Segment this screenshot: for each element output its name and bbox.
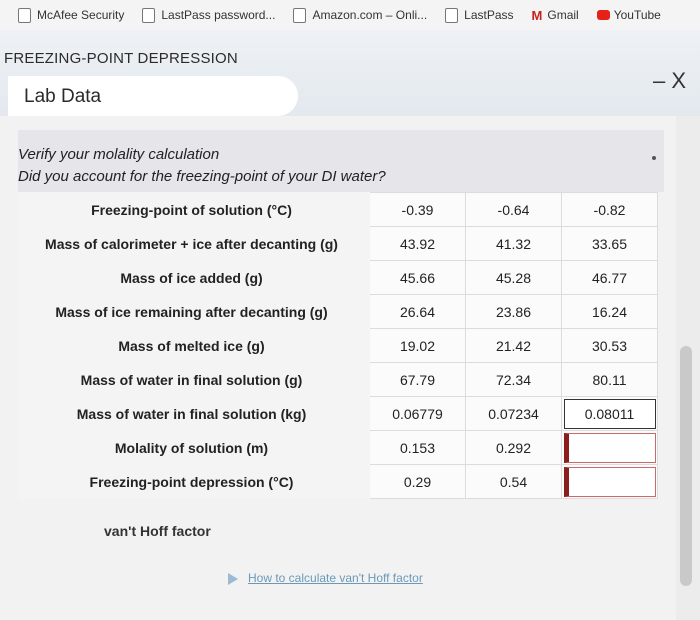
value-cell: 16.24 bbox=[561, 294, 658, 329]
prompt-line-1: Verify your molality calculation bbox=[18, 146, 220, 163]
value-cell: 0.29 bbox=[369, 464, 466, 499]
row-label: Mass of water in final solution (g) bbox=[18, 362, 370, 397]
table-row: Freezing-point of solution (°C) -0.39 -0… bbox=[18, 192, 658, 227]
bookmark-gmail[interactable]: M Gmail bbox=[532, 8, 579, 23]
row-label: Molality of solution (m) bbox=[18, 430, 370, 465]
bookmark-label: LastPass bbox=[464, 8, 514, 22]
row-label: Freezing-point depression (°C) bbox=[18, 464, 370, 499]
value-cell: 19.02 bbox=[369, 328, 466, 363]
table-row: Freezing-point depression (°C) 0.29 0.54 bbox=[18, 464, 658, 499]
table-row: Mass of water in final solution (kg) 0.0… bbox=[18, 396, 658, 431]
prompt-line-2: Did you account for the freezing-point o… bbox=[18, 168, 386, 185]
panel-title: Lab Data bbox=[24, 86, 102, 107]
value-cell: 0.292 bbox=[465, 430, 562, 465]
page-icon bbox=[445, 7, 459, 23]
fp-depression-input-cell bbox=[561, 464, 658, 499]
molality-input-cell bbox=[561, 430, 658, 465]
value-cell: 23.86 bbox=[465, 294, 562, 329]
vant-hoff-label: van't Hoff factor bbox=[104, 523, 211, 539]
bookmark-label: Amazon.com – Onli... bbox=[312, 8, 428, 22]
bookmarks-bar: McAfee Security LastPass password... Ama… bbox=[0, 0, 700, 31]
more-icon[interactable] bbox=[652, 156, 656, 160]
value-cell: 45.66 bbox=[369, 260, 466, 295]
water-kg-input-cell: 0.08011 bbox=[561, 396, 658, 431]
row-label: Mass of melted ice (g) bbox=[18, 328, 370, 363]
value-cell: -0.64 bbox=[465, 192, 562, 227]
table-row: Mass of ice remaining after decanting (g… bbox=[18, 294, 658, 329]
value-cell: 67.79 bbox=[369, 362, 466, 397]
bookmark-amazon[interactable]: Amazon.com – Onli... bbox=[293, 7, 428, 23]
close-button[interactable]: – X bbox=[653, 68, 686, 94]
bookmark-label: YouTube bbox=[613, 8, 661, 22]
value-cell: 0.06779 bbox=[369, 396, 466, 431]
row-label: Mass of ice added (g) bbox=[18, 260, 370, 295]
help-link-text[interactable]: How to calculate van't Hoff factor bbox=[248, 571, 423, 585]
youtube-icon bbox=[596, 10, 610, 20]
page-icon bbox=[293, 7, 307, 23]
value-cell: 30.53 bbox=[561, 328, 658, 363]
lab-data-table: Freezing-point of solution (°C) -0.39 -0… bbox=[18, 192, 658, 499]
value-cell: 41.32 bbox=[465, 226, 562, 261]
value-cell: -0.39 bbox=[369, 192, 466, 227]
molality-input[interactable] bbox=[563, 432, 656, 463]
bookmark-youtube[interactable]: YouTube bbox=[596, 8, 661, 22]
value-cell: 43.92 bbox=[369, 226, 466, 261]
table-row: Mass of melted ice (g) 19.02 21.42 30.53 bbox=[18, 328, 658, 363]
value-cell: 0.153 bbox=[369, 430, 466, 465]
scrollbar-thumb[interactable] bbox=[680, 346, 692, 586]
value-cell: 45.28 bbox=[465, 260, 562, 295]
bookmark-mcafee[interactable]: McAfee Security bbox=[18, 7, 125, 23]
value-cell: 21.42 bbox=[465, 328, 562, 363]
table-row: Mass of ice added (g) 45.66 45.28 46.77 bbox=[18, 260, 658, 295]
row-label: Mass of calorimeter + ice after decantin… bbox=[18, 226, 370, 261]
water-kg-input[interactable]: 0.08011 bbox=[563, 398, 656, 429]
value-cell: 0.54 bbox=[465, 464, 562, 499]
value-cell: 33.65 bbox=[561, 226, 658, 261]
bookmark-lastpass-password[interactable]: LastPass password... bbox=[142, 7, 276, 23]
table-row: Mass of water in final solution (g) 67.7… bbox=[18, 362, 658, 397]
help-link[interactable]: How to calculate van't Hoff factor bbox=[228, 571, 423, 585]
value-cell: 80.11 bbox=[561, 362, 658, 397]
value-cell: 0.07234 bbox=[465, 396, 562, 431]
bookmark-label: McAfee Security bbox=[37, 8, 125, 22]
scrollbar[interactable] bbox=[676, 116, 700, 620]
bookmark-label: LastPass password... bbox=[161, 8, 276, 22]
lab-data-bar: Lab Data bbox=[0, 76, 700, 116]
page-icon bbox=[18, 7, 31, 23]
bookmark-lastpass[interactable]: LastPass bbox=[445, 7, 514, 23]
table-row: Mass of calorimeter + ice after decantin… bbox=[18, 226, 658, 261]
table-row: Molality of solution (m) 0.153 0.292 bbox=[18, 430, 658, 465]
value-cell: 46.77 bbox=[561, 260, 658, 295]
row-label: Mass of ice remaining after decanting (g… bbox=[18, 294, 370, 329]
row-label: Mass of water in final solution (kg) bbox=[18, 396, 370, 431]
app-title: FREEZING-POINT DEPRESSION bbox=[4, 50, 238, 67]
fp-depression-input[interactable] bbox=[563, 466, 656, 497]
row-label: Freezing-point of solution (°C) bbox=[18, 192, 370, 227]
value-cell: 26.64 bbox=[369, 294, 466, 329]
gmail-icon: M bbox=[531, 7, 543, 23]
arrow-icon bbox=[228, 572, 238, 585]
page-icon bbox=[142, 7, 156, 23]
value-cell: -0.82 bbox=[561, 192, 658, 227]
bookmark-label: Gmail bbox=[547, 8, 579, 22]
value-cell: 72.34 bbox=[465, 362, 562, 397]
